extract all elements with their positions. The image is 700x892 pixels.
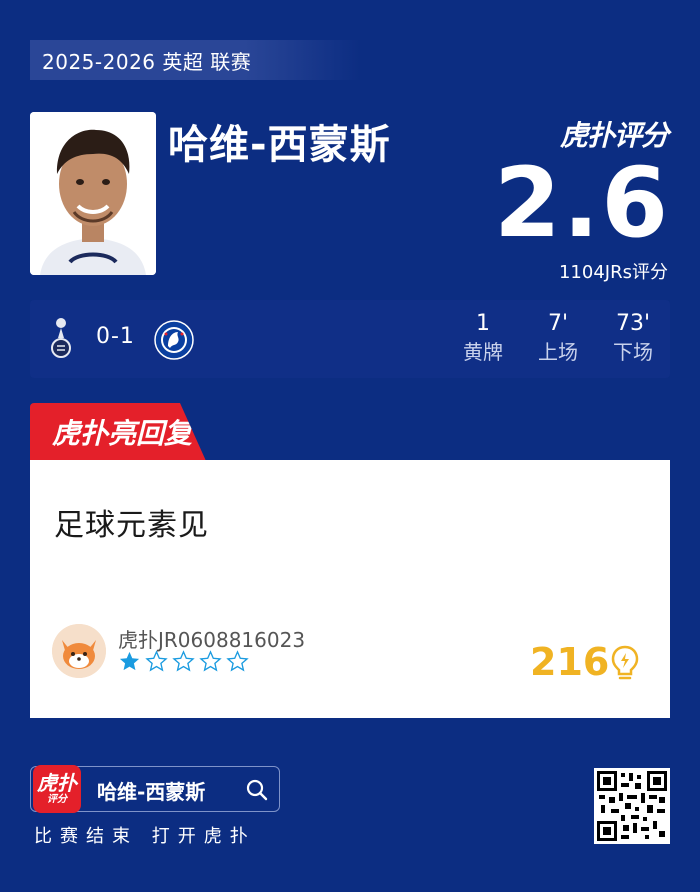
star-empty-icon <box>172 650 195 672</box>
stat-sub-off: 73' 下场 <box>598 310 668 366</box>
fox-avatar-icon <box>52 624 106 678</box>
star-empty-icon <box>226 650 249 672</box>
player-name: 哈维-西蒙斯 <box>168 122 391 168</box>
footer-caption: 比赛结束 打开虎扑 <box>34 826 256 847</box>
player-portrait-image <box>30 112 156 275</box>
comment-text: 足球元素见 <box>54 508 209 543</box>
player-photo <box>30 112 156 275</box>
qr-code[interactable] <box>594 768 670 844</box>
rating-score: 2.6 <box>493 147 670 259</box>
qr-code-image <box>597 771 667 841</box>
rating-count: 1104JRs评分 <box>558 262 668 283</box>
tottenham-crest-icon <box>51 318 71 358</box>
star-filled-icon <box>119 651 140 671</box>
stat-label: 上场 <box>538 340 578 364</box>
season-label: 2025-2026 英超 联赛 <box>30 40 360 80</box>
app-icon-subtext: 评分 <box>47 794 67 805</box>
hupu-app-icon[interactable]: 虎扑 评分 <box>33 765 81 813</box>
star-empty-icon <box>199 650 222 672</box>
search-icon[interactable] <box>245 778 269 802</box>
stat-value: 73' <box>615 311 651 336</box>
stat-sub-on: 7' 上场 <box>523 310 593 366</box>
app-icon-text: 虎扑 <box>37 771 77 795</box>
stat-yellow-cards: 1 黄牌 <box>448 310 518 366</box>
stat-value: 1 <box>476 311 490 336</box>
highlight-reply-tab: 虎扑亮回复 <box>30 403 206 461</box>
comment-card[interactable]: 足球元素见 虎扑JR0608816023 216 <box>30 460 670 718</box>
search-bar[interactable]: 虎扑 评分 哈维-西蒙斯 <box>30 765 280 813</box>
search-term: 哈维-西蒙斯 <box>97 780 206 804</box>
lightbulb-like-icon[interactable] <box>610 644 640 682</box>
stat-value: 7' <box>547 311 569 336</box>
avatar[interactable] <box>52 624 106 678</box>
comment-username[interactable]: 虎扑JR0608816023 <box>118 624 305 653</box>
match-summary: 0-1 1 黄牌 7' 上场 73' 下场 <box>30 300 670 378</box>
stat-label: 下场 <box>613 340 653 364</box>
user-star-rating <box>118 650 249 673</box>
chelsea-crest-icon <box>154 320 194 360</box>
match-score: 0-1 <box>96 324 135 349</box>
like-count: 216 <box>530 640 610 684</box>
stat-label: 黄牌 <box>463 340 503 364</box>
star-empty-icon <box>145 650 168 672</box>
